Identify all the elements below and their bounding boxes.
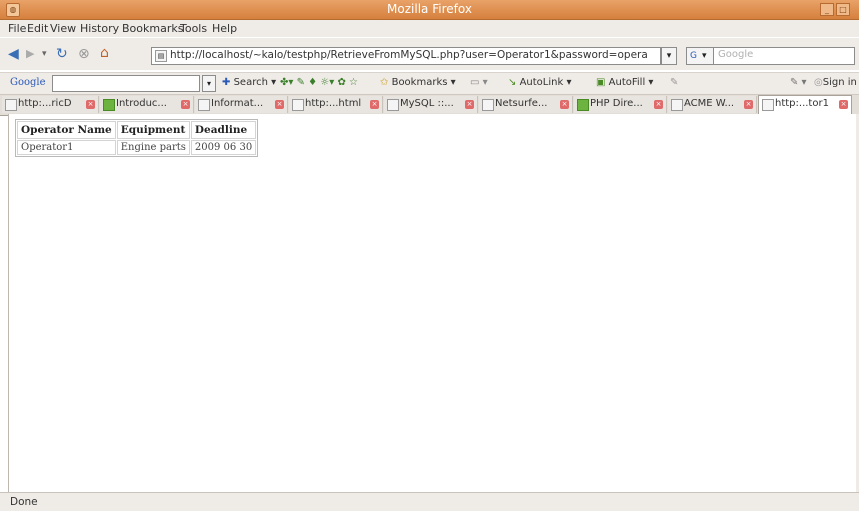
search-placeholder: Google xyxy=(718,49,754,60)
page-icon xyxy=(387,99,399,111)
page-icon xyxy=(292,99,304,111)
google-search-button[interactable]: ✚ Search ▾ xyxy=(222,77,276,88)
forward-icon[interactable]: ▶ xyxy=(26,46,34,62)
tab-3[interactable]: Informat... × xyxy=(195,96,288,113)
google-toolbar: Google ▾ ✚ Search ▾ ✤▾ ✎ ♦ ☼▾ ✿ ☆ ✩ Book… xyxy=(0,72,859,94)
maximize-button[interactable]: □ xyxy=(836,3,850,16)
title-bar: ◍ Mozilla Firefox _ □ xyxy=(0,0,859,20)
google-search-icon: ✚ xyxy=(222,77,231,88)
table-cell: 2009 06 30 xyxy=(190,140,257,155)
close-tab-icon[interactable]: × xyxy=(86,100,95,109)
results-table: Operator Name Equipment Deadline Operato… xyxy=(15,119,259,157)
close-tab-icon[interactable]: × xyxy=(370,100,379,109)
close-tab-icon[interactable]: × xyxy=(839,100,848,109)
autolink-icon: ↘ xyxy=(508,77,517,88)
google-logo: Google xyxy=(10,77,46,88)
column-header: Operator Name xyxy=(17,121,116,139)
table-cell: Operator1 xyxy=(17,140,116,155)
settings-icon[interactable]: ✎ ▾ xyxy=(790,77,807,88)
page-icon xyxy=(762,99,774,111)
tab-9-active[interactable]: http:...tor1 × xyxy=(758,95,852,116)
stop-icon[interactable]: ⊗ xyxy=(78,46,90,62)
status-text: Done xyxy=(10,496,38,508)
table-cell: Engine parts xyxy=(116,140,190,155)
page-content xyxy=(8,114,859,492)
menu-help[interactable]: Help xyxy=(212,22,237,35)
tab-7[interactable]: PHP Dire... × xyxy=(574,96,667,113)
column-header: Equipment xyxy=(116,121,190,139)
back-icon[interactable]: ◀ xyxy=(8,46,19,62)
page-icon xyxy=(671,99,683,111)
table-header-row: Operator Name Equipment Deadline xyxy=(17,121,257,139)
url-text[interactable]: http://localhost/~kalo/testphp/RetrieveF… xyxy=(170,49,650,61)
window-title: Mozilla Firefox xyxy=(387,2,472,16)
chevron-down-icon: ▾ xyxy=(702,51,707,61)
tab-1[interactable]: http:...ricD × xyxy=(2,96,99,113)
menu-history[interactable]: History xyxy=(80,22,119,35)
close-tab-icon[interactable]: × xyxy=(744,100,753,109)
close-tab-icon[interactable]: × xyxy=(275,100,284,109)
star-icon: ✩ xyxy=(380,77,389,88)
url-bar[interactable]: ▤ http://localhost/~kalo/testphp/Retriev… xyxy=(151,47,661,65)
tab-4[interactable]: http:...html × xyxy=(289,96,383,113)
close-tab-icon[interactable]: × xyxy=(560,100,569,109)
page-icon xyxy=(5,99,17,111)
url-dropdown-button[interactable]: ▾ xyxy=(661,47,677,65)
toolbar-icon-group[interactable]: ✤▾ ✎ ♦ ☼▾ ✿ ☆ xyxy=(280,77,358,88)
tab-8[interactable]: ACME W... × xyxy=(668,96,757,113)
page-icon xyxy=(198,99,210,111)
menu-bookmarks[interactable]: Bookmarks xyxy=(122,22,183,35)
bookmarks-button[interactable]: ✩ Bookmarks ▾ xyxy=(380,77,456,88)
history-dropdown-icon[interactable]: ▾ xyxy=(42,46,47,62)
autofill-icon: ▣ xyxy=(596,77,606,88)
google-search-input[interactable] xyxy=(52,75,200,92)
tab-bar: http:...ricD × Introduc... × Informat...… xyxy=(0,94,859,116)
page-favicon-icon: ▤ xyxy=(155,50,167,62)
tab-2[interactable]: Introduc... × xyxy=(100,96,194,113)
autolink-button[interactable]: ↘ AutoLink ▾ xyxy=(508,77,571,88)
home-icon[interactable]: ⌂ xyxy=(100,45,109,61)
signin-icon: ◎ xyxy=(814,77,823,88)
pencil-icon[interactable]: ✎ xyxy=(670,77,678,88)
close-tab-icon[interactable]: × xyxy=(181,100,190,109)
menu-view[interactable]: View xyxy=(50,22,76,35)
page-icon xyxy=(482,99,494,111)
tab-6[interactable]: Netsurfe... × xyxy=(479,96,573,113)
toolbar-options-icon[interactable]: ▭ ▾ xyxy=(470,77,488,88)
search-input[interactable]: Google xyxy=(713,47,855,65)
signin-button[interactable]: ◎Sign in xyxy=(814,77,857,88)
menu-tools[interactable]: Tools xyxy=(180,22,207,35)
close-tab-icon[interactable]: × xyxy=(654,100,663,109)
column-header: Deadline xyxy=(190,121,257,139)
navigation-toolbar: ◀ ▶ ▾ ↻ ⊗ ⌂ ▤ http://localhost/~kalo/tes… xyxy=(0,38,859,70)
autofill-button[interactable]: ▣ AutoFill ▾ xyxy=(596,77,653,88)
minimize-button[interactable]: _ xyxy=(820,3,834,16)
menu-file[interactable]: File xyxy=(8,22,26,35)
table-row: Operator1 Engine parts 2009 06 30 xyxy=(17,140,257,155)
green-page-icon xyxy=(103,99,115,111)
green-page-icon xyxy=(577,99,589,111)
close-tab-icon[interactable]: × xyxy=(465,100,474,109)
status-bar: Done xyxy=(0,492,859,511)
google-history-dropdown[interactable]: ▾ xyxy=(202,75,216,92)
menu-edit[interactable]: Edit xyxy=(27,22,48,35)
tab-5[interactable]: MySQL ::... × xyxy=(384,96,478,113)
google-g-icon: G xyxy=(690,51,697,61)
search-engine-selector[interactable]: G ▾ xyxy=(686,47,714,65)
reload-icon[interactable]: ↻ xyxy=(56,46,68,62)
menu-bar: File Edit View History Bookmarks Tools H… xyxy=(0,20,859,37)
